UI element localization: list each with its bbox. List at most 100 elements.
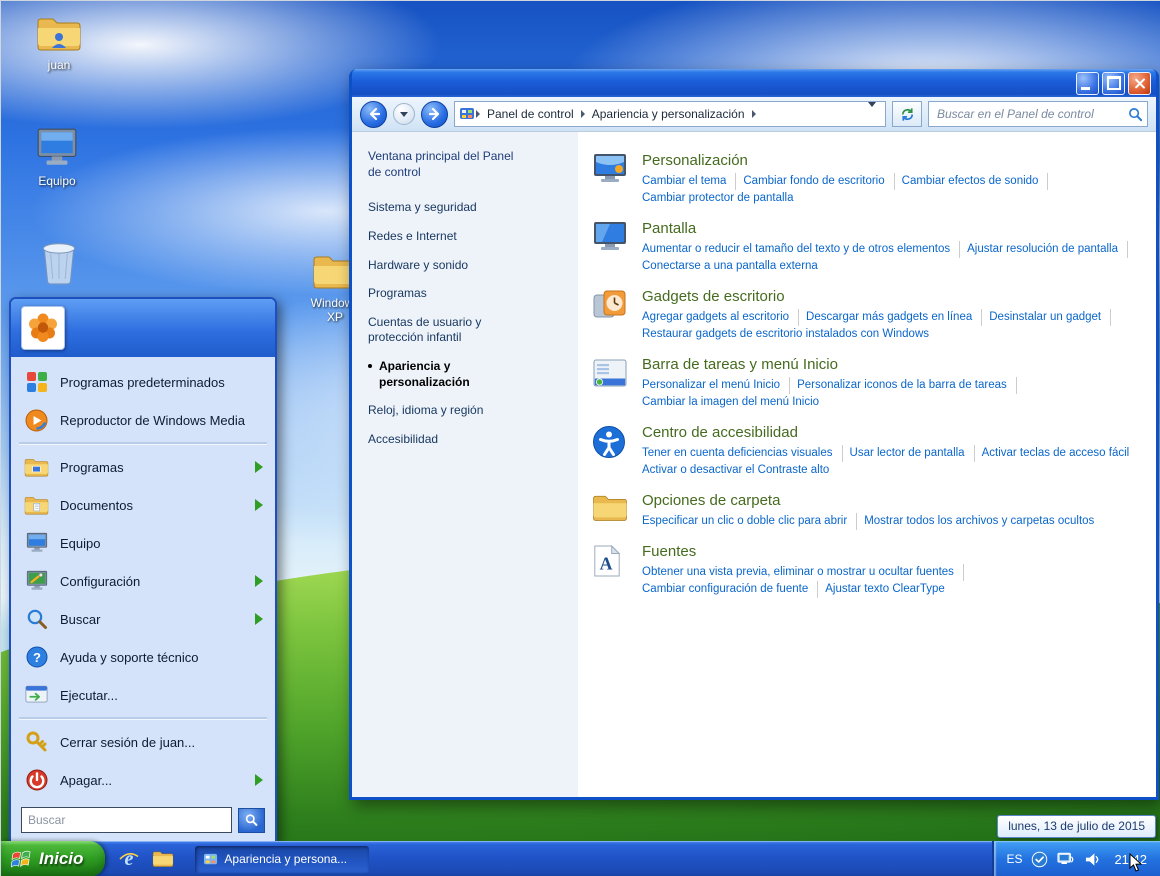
section-title[interactable]: Opciones de carpeta <box>642 492 1138 509</box>
start-menu-item-configuracion[interactable]: Configuración <box>11 562 275 600</box>
start-menu-item-documentos[interactable]: Documentos <box>11 486 275 524</box>
section-title[interactable]: Gadgets de escritorio <box>642 288 1138 305</box>
folder-quicklaunch-icon[interactable] <box>151 847 175 871</box>
task-link[interactable]: Desinstalar un gadget <box>989 309 1112 326</box>
taskbar-task-button[interactable]: Apariencia y persona... <box>195 845 370 873</box>
task-link[interactable]: Cambiar configuración de fuente <box>642 581 819 598</box>
task-link[interactable]: Mostrar todos los archivos y carpetas oc… <box>864 513 1103 530</box>
search-icon[interactable] <box>1128 107 1143 122</box>
start-menu-item-programas[interactable]: Programas <box>11 448 275 486</box>
task-link[interactable]: Cambiar el tema <box>642 173 737 190</box>
task-link[interactable]: Cambiar efectos de sonido <box>902 173 1049 190</box>
task-link[interactable]: Personalizar el menú Inicio <box>642 377 791 394</box>
windows-flag-icon <box>11 849 32 870</box>
task-link[interactable]: Ajustar texto ClearType <box>825 581 954 598</box>
minimize-button[interactable] <box>1076 71 1099 95</box>
search-icon <box>23 606 50 633</box>
start-menu-item-buscar[interactable]: Buscar <box>11 600 275 638</box>
task-link[interactable]: Conectarse a una pantalla externa <box>642 258 827 275</box>
recent-pages-button[interactable] <box>393 103 415 125</box>
sidebar-item-redes-e-internet[interactable]: Redes e Internet <box>368 229 526 245</box>
breadcrumb-dropdown-button[interactable] <box>863 102 881 121</box>
task-link[interactable]: Usar lector de pantalla <box>850 445 975 462</box>
task-link[interactable]: Personalizar iconos de la barra de tarea… <box>797 377 1017 394</box>
start-search-input[interactable] <box>21 807 232 833</box>
task-link[interactable]: Agregar gadgets al escritorio <box>642 309 800 326</box>
task-link[interactable]: Cambiar la imagen del menú Inicio <box>642 394 828 411</box>
clock[interactable]: 21:42 <box>1114 852 1147 867</box>
system-tray: ES 21:42 <box>992 841 1160 876</box>
close-button[interactable] <box>1128 71 1151 95</box>
sidebar-item-programas[interactable]: Programas <box>368 286 526 302</box>
task-link[interactable]: Cambiar protector de pantalla <box>642 190 803 207</box>
task-link[interactable]: Aumentar o reducir el tamaño del texto y… <box>642 241 961 258</box>
start-search-button[interactable] <box>238 807 265 833</box>
section-title[interactable]: Pantalla <box>642 220 1138 237</box>
start-menu-item-ayuda[interactable]: ? Ayuda y soporte técnico <box>11 638 275 676</box>
task-link[interactable]: Tener en cuenta deficiencias visuales <box>642 445 843 462</box>
start-menu-item-apagar[interactable]: Apagar... <box>11 761 275 799</box>
quick-launch: e <box>105 847 187 871</box>
breadcrumb-item-root[interactable]: Panel de control <box>481 107 580 121</box>
desktop-icon-equipo[interactable]: Equipo <box>15 127 99 189</box>
sidebar-item-accesibilidad[interactable]: Accesibilidad <box>368 432 526 448</box>
desktop-icon-recycle-bin[interactable] <box>17 239 101 291</box>
start-menu-item-programas-predeterminados[interactable]: Programas predeterminados <box>11 363 275 401</box>
start-button-label: Inicio <box>39 849 84 868</box>
task-link[interactable]: Descargar más gadgets en línea <box>806 309 983 326</box>
breadcrumb[interactable]: Panel de control Apariencia y personaliz… <box>454 101 886 127</box>
task-link[interactable]: Ajustar resolución de pantalla <box>967 241 1128 258</box>
display-tray-icon[interactable] <box>1057 852 1075 867</box>
taskbar-start-menu-icon[interactable] <box>592 356 630 411</box>
computer-icon <box>23 530 50 557</box>
title-bar[interactable] <box>352 69 1156 97</box>
minimize-icon <box>1081 86 1090 90</box>
start-menu-header <box>11 299 275 357</box>
volume-icon[interactable] <box>1084 852 1101 867</box>
back-button[interactable] <box>360 100 387 128</box>
sidebar-item-reloj-idioma-region[interactable]: Reloj, idioma y región <box>368 403 526 419</box>
start-menu-item-ejecutar[interactable]: Ejecutar... <box>11 676 275 714</box>
desktop-gadgets-icon[interactable] <box>592 288 630 343</box>
start-menu-item-reproductor-windows-media[interactable]: Reproductor de Windows Media <box>11 401 275 439</box>
maximize-button[interactable] <box>1102 71 1125 95</box>
folder-options-icon[interactable] <box>592 492 630 530</box>
task-link[interactable]: Especificar un clic o doble clic para ab… <box>642 513 858 530</box>
run-icon <box>23 682 50 709</box>
sidebar-item-sistema-y-seguridad[interactable]: Sistema y seguridad <box>368 200 526 216</box>
sidebar-item-hardware-y-sonido[interactable]: Hardware y sonido <box>368 258 526 274</box>
start-menu: Programas predeterminados Reproductor de… <box>9 297 277 843</box>
task-link[interactable]: Activar teclas de acceso fácil <box>982 445 1138 462</box>
task-link[interactable]: Activar o desactivar el Contraste alto <box>642 462 838 479</box>
start-button[interactable]: Inicio <box>1 841 106 876</box>
status-tray-icon[interactable] <box>1031 851 1048 868</box>
section-title[interactable]: Barra de tareas y menú Inicio <box>642 356 1138 373</box>
settings-icon <box>23 568 50 595</box>
programs-folder-icon <box>23 454 50 481</box>
section-gadgets: Gadgets de escritorio Agregar gadgets al… <box>592 288 1138 343</box>
sidebar-home-link[interactable]: Ventana principal del Panel de control <box>368 148 520 180</box>
personalization-icon[interactable] <box>592 152 630 207</box>
fonts-icon[interactable]: A <box>592 543 630 598</box>
start-menu-item-equipo[interactable]: Equipo <box>11 524 275 562</box>
submenu-arrow-icon <box>255 461 263 473</box>
task-link[interactable]: Restaurar gadgets de escritorio instalad… <box>642 326 938 343</box>
start-menu-item-cerrar-sesion[interactable]: Cerrar sesión de juan... <box>11 723 275 761</box>
start-menu-item-label: Ayuda y soporte técnico <box>60 649 199 665</box>
task-link[interactable]: Cambiar fondo de escritorio <box>743 173 895 190</box>
section-title[interactable]: Personalización <box>642 152 1138 169</box>
sidebar-item-cuentas-de-usuario[interactable]: Cuentas de usuario y protección infantil <box>368 315 526 346</box>
control-panel-search-input[interactable] <box>935 106 1128 122</box>
section-title[interactable]: Fuentes <box>642 543 1138 560</box>
section-title[interactable]: Centro de accesibilidad <box>642 424 1138 441</box>
ease-of-access-icon[interactable] <box>592 424 630 479</box>
desktop-icon-juan[interactable]: juan <box>17 15 101 73</box>
internet-explorer-icon[interactable]: e <box>117 847 141 871</box>
display-icon[interactable] <box>592 220 630 275</box>
forward-button[interactable] <box>421 100 448 128</box>
refresh-button[interactable] <box>892 101 922 127</box>
breadcrumb-item-current[interactable]: Apariencia y personalización <box>586 107 751 121</box>
sidebar-item-apariencia-y-personalizacion[interactable]: Apariencia y personalización <box>368 359 537 390</box>
language-indicator[interactable]: ES <box>1006 852 1022 866</box>
task-link[interactable]: Obtener una vista previa, eliminar o mos… <box>642 564 964 581</box>
